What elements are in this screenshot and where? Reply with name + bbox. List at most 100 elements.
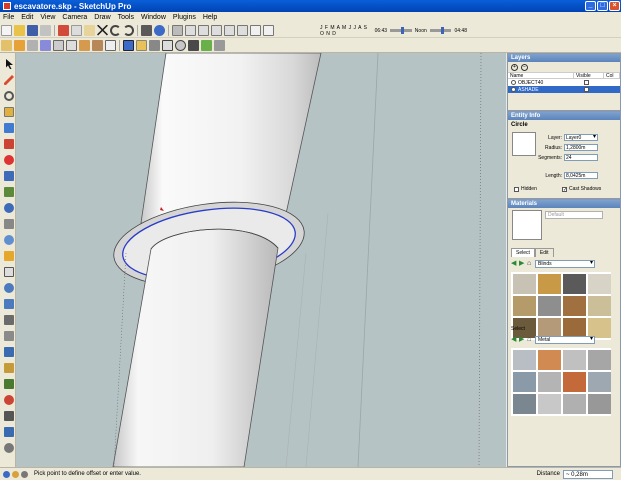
- zoom-icon[interactable]: [4, 235, 14, 245]
- credits-icon[interactable]: [12, 470, 19, 478]
- undo-icon[interactable]: [110, 24, 121, 36]
- measure-icon[interactable]: [214, 39, 225, 51]
- library-dropdown-2[interactable]: Metal: [535, 336, 595, 344]
- menu-draw[interactable]: Draw: [94, 14, 110, 21]
- orbit-icon[interactable]: [4, 203, 14, 213]
- paint-icon[interactable]: [14, 39, 25, 51]
- menu-tools[interactable]: Tools: [118, 14, 134, 21]
- material-swatch[interactable]: [563, 394, 586, 414]
- shaded-icon[interactable]: [79, 39, 90, 51]
- material-swatch[interactable]: [588, 318, 611, 338]
- right-view-icon[interactable]: [211, 24, 222, 36]
- layer-active-radio[interactable]: [511, 87, 516, 92]
- position-camera-icon[interactable]: [4, 331, 14, 341]
- hidden-line-icon[interactable]: [66, 39, 77, 51]
- layer-row[interactable]: OBJECT40: [508, 79, 620, 86]
- measurements-box[interactable]: ~ 0,28m: [563, 469, 613, 479]
- forward-arrow-icon[interactable]: ▶: [519, 336, 526, 344]
- redo-icon[interactable]: [123, 24, 134, 36]
- left-view-icon[interactable]: [237, 24, 248, 36]
- layer-active-radio[interactable]: [511, 80, 516, 85]
- monochrome-icon[interactable]: [105, 39, 116, 51]
- back-edges-icon[interactable]: [40, 39, 51, 51]
- cast-shadows-option[interactable]: ✓ Cast Shadows: [562, 186, 601, 192]
- line-pencil-icon[interactable]: [4, 75, 14, 85]
- menu-camera[interactable]: Camera: [62, 14, 87, 21]
- pan-icon[interactable]: [4, 219, 14, 229]
- material-swatch[interactable]: [588, 350, 611, 370]
- wireframe-icon[interactable]: [53, 39, 64, 51]
- back-view-icon[interactable]: [224, 24, 235, 36]
- material-swatch[interactable]: [513, 350, 536, 370]
- shadow-time-slider[interactable]: [390, 27, 412, 34]
- help-icon[interactable]: [21, 470, 28, 478]
- circle-tool-icon[interactable]: [4, 91, 14, 101]
- previous-view-icon[interactable]: [4, 315, 14, 325]
- material-swatch[interactable]: [588, 274, 611, 294]
- forward-arrow-icon[interactable]: ▶: [519, 260, 526, 268]
- layer-dropdown[interactable]: Layer0: [564, 134, 598, 141]
- minimize-button[interactable]: _: [585, 1, 596, 11]
- eraser-icon[interactable]: [4, 267, 14, 277]
- layer-row-selected[interactable]: ASHADE: [508, 86, 620, 93]
- modeling-viewport[interactable]: [16, 53, 506, 467]
- material-swatch[interactable]: [538, 394, 561, 414]
- home-icon[interactable]: ⌂: [527, 336, 534, 344]
- shaded-texture-icon[interactable]: [92, 39, 103, 51]
- column-name[interactable]: Name: [508, 73, 574, 79]
- component-icon[interactable]: [123, 39, 134, 51]
- offset-icon[interactable]: [4, 155, 14, 165]
- material-swatch[interactable]: [563, 372, 586, 392]
- paint-bucket-icon[interactable]: [4, 251, 14, 261]
- material-swatch[interactable]: [588, 372, 611, 392]
- back-arrow-icon[interactable]: ◀: [511, 260, 518, 268]
- cast-shadows-checkbox[interactable]: ✓: [562, 186, 567, 192]
- maximize-button[interactable]: □: [597, 1, 608, 11]
- push-pull-icon[interactable]: [4, 107, 14, 117]
- material-swatch[interactable]: [538, 372, 561, 392]
- arc-icon[interactable]: [188, 39, 199, 51]
- move-icon[interactable]: [4, 139, 14, 149]
- print-icon[interactable]: [141, 24, 152, 36]
- material-swatch[interactable]: [563, 296, 586, 316]
- library-dropdown-1[interactable]: Blinds: [535, 260, 595, 268]
- select-arrow-icon[interactable]: [6, 59, 13, 69]
- geo-location-icon[interactable]: [3, 470, 10, 478]
- material-swatch[interactable]: [513, 372, 536, 392]
- rectangle-icon[interactable]: [162, 39, 173, 51]
- protractor-icon[interactable]: [4, 427, 14, 437]
- front-view-icon[interactable]: [198, 24, 209, 36]
- material-swatch[interactable]: [588, 394, 611, 414]
- zoom-window-icon[interactable]: [4, 283, 14, 293]
- model-canvas[interactable]: [16, 53, 506, 467]
- menu-window[interactable]: Window: [141, 14, 166, 21]
- dimension-icon[interactable]: [4, 187, 14, 197]
- entity-info-title[interactable]: Entity Info: [508, 112, 620, 120]
- shadows-toggle-icon[interactable]: [263, 24, 274, 36]
- shadow-date-slider[interactable]: [429, 27, 452, 34]
- cut-icon[interactable]: [58, 24, 69, 36]
- back-arrow-icon[interactable]: ◀: [511, 336, 518, 344]
- menu-help[interactable]: Help: [203, 14, 217, 21]
- column-color[interactable]: Col: [604, 73, 620, 79]
- rotate-icon[interactable]: [4, 123, 14, 133]
- layers-title[interactable]: Layers: [508, 54, 620, 62]
- select-component-icon[interactable]: [1, 39, 12, 51]
- menu-file[interactable]: File: [3, 14, 14, 21]
- material-swatch[interactable]: [513, 394, 536, 414]
- material-swatch[interactable]: [513, 274, 536, 294]
- layer-visible-checkbox[interactable]: [584, 87, 589, 92]
- look-around-icon[interactable]: [4, 363, 14, 373]
- zoom-extents-icon[interactable]: [4, 299, 14, 309]
- home-view-icon[interactable]: [250, 24, 261, 36]
- tape-measure-icon[interactable]: [4, 171, 14, 181]
- shadow-months[interactable]: J F M A M J J A S O N D: [320, 25, 368, 37]
- layer-visible-checkbox[interactable]: [584, 80, 589, 85]
- section-plane-icon[interactable]: [4, 379, 14, 389]
- material-swatch[interactable]: [538, 350, 561, 370]
- new-file-icon[interactable]: [1, 24, 12, 36]
- remove-layer-icon[interactable]: −: [521, 63, 528, 71]
- scene-icon[interactable]: [149, 39, 160, 51]
- material-swatch[interactable]: [538, 296, 561, 316]
- materials-title[interactable]: Materials: [508, 200, 620, 208]
